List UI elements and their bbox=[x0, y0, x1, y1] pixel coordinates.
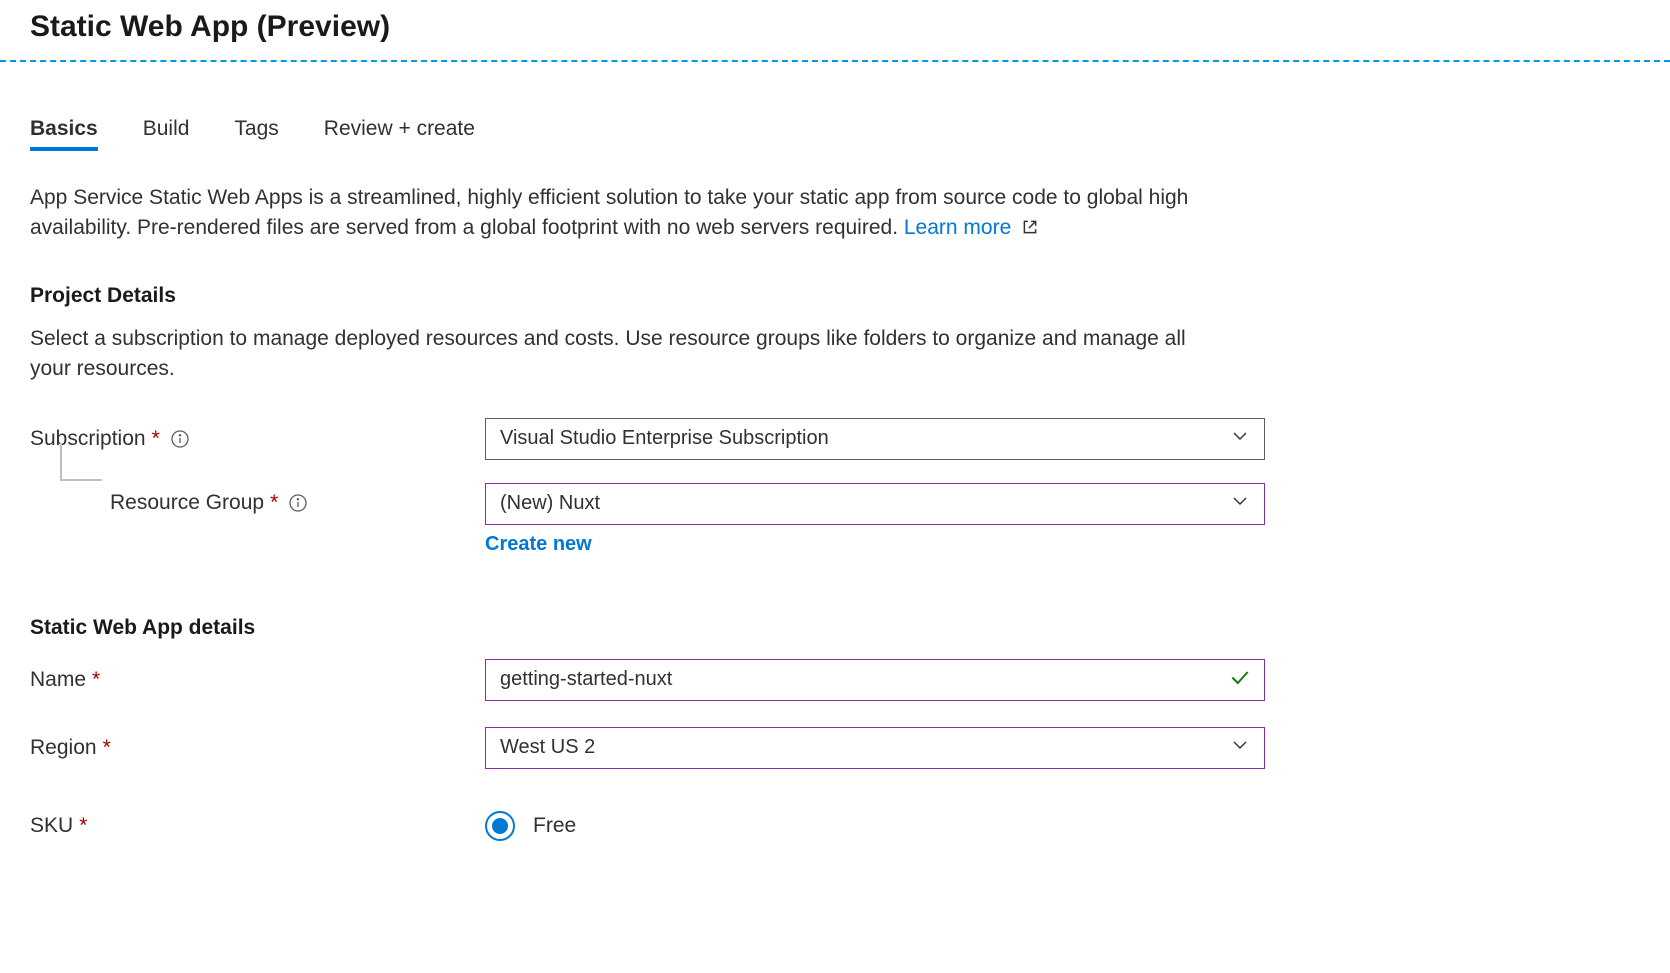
required-indicator: * bbox=[152, 427, 160, 451]
region-dropdown[interactable]: West US 2 bbox=[485, 727, 1265, 769]
required-indicator: * bbox=[103, 736, 111, 760]
tab-tags[interactable]: Tags bbox=[234, 117, 278, 151]
page-title: Static Web App (Preview) bbox=[30, 10, 1640, 44]
tab-build[interactable]: Build bbox=[143, 117, 190, 151]
radio-selected-dot bbox=[492, 818, 508, 834]
subscription-value: Visual Studio Enterprise Subscription bbox=[500, 427, 829, 450]
tabs-row: Basics Build Tags Review + create bbox=[30, 117, 1370, 151]
chevron-down-icon bbox=[1230, 491, 1250, 517]
sku-radio-free-label: Free bbox=[533, 814, 576, 838]
resource-group-value: (New) Nuxt bbox=[500, 492, 600, 515]
learn-more-label: Learn more bbox=[904, 216, 1011, 239]
row-subscription: Subscription * Visual Studio Enterprise … bbox=[30, 415, 1370, 463]
section-swa-details-heading: Static Web App details bbox=[30, 616, 1370, 640]
row-sku: SKU * Free bbox=[30, 802, 1370, 850]
external-link-icon bbox=[1021, 215, 1039, 245]
learn-more-link[interactable]: Learn more bbox=[904, 216, 1039, 239]
required-indicator: * bbox=[92, 668, 100, 692]
create-new-link[interactable]: Create new bbox=[485, 533, 1265, 556]
required-indicator: * bbox=[270, 491, 278, 515]
section-project-details-heading: Project Details bbox=[30, 284, 1370, 308]
intro-text: App Service Static Web Apps is a streaml… bbox=[30, 183, 1230, 246]
info-icon[interactable] bbox=[288, 493, 308, 513]
row-region: Region * West US 2 bbox=[30, 724, 1370, 772]
name-label: Name bbox=[30, 668, 86, 692]
chevron-down-icon bbox=[1230, 426, 1250, 452]
row-name: Name * bbox=[30, 656, 1370, 704]
divider-dashed bbox=[0, 60, 1670, 62]
region-label: Region bbox=[30, 736, 97, 760]
tab-basics[interactable]: Basics bbox=[30, 117, 98, 151]
row-resource-group: Resource Group * (New) Nuxt Create new bbox=[30, 483, 1370, 556]
sku-label: SKU bbox=[30, 814, 73, 838]
name-input[interactable] bbox=[485, 659, 1265, 701]
info-icon[interactable] bbox=[170, 429, 190, 449]
resource-group-label: Resource Group bbox=[110, 491, 264, 515]
sku-radio-free[interactable] bbox=[485, 811, 515, 841]
required-indicator: * bbox=[79, 814, 87, 838]
section-project-details-sub: Select a subscription to manage deployed… bbox=[30, 324, 1230, 385]
subscription-label: Subscription bbox=[30, 427, 146, 451]
chevron-down-icon bbox=[1230, 735, 1250, 761]
region-value: West US 2 bbox=[500, 736, 595, 759]
resource-group-dropdown[interactable]: (New) Nuxt bbox=[485, 483, 1265, 525]
subscription-dropdown[interactable]: Visual Studio Enterprise Subscription bbox=[485, 418, 1265, 460]
tab-review-create[interactable]: Review + create bbox=[324, 117, 475, 151]
